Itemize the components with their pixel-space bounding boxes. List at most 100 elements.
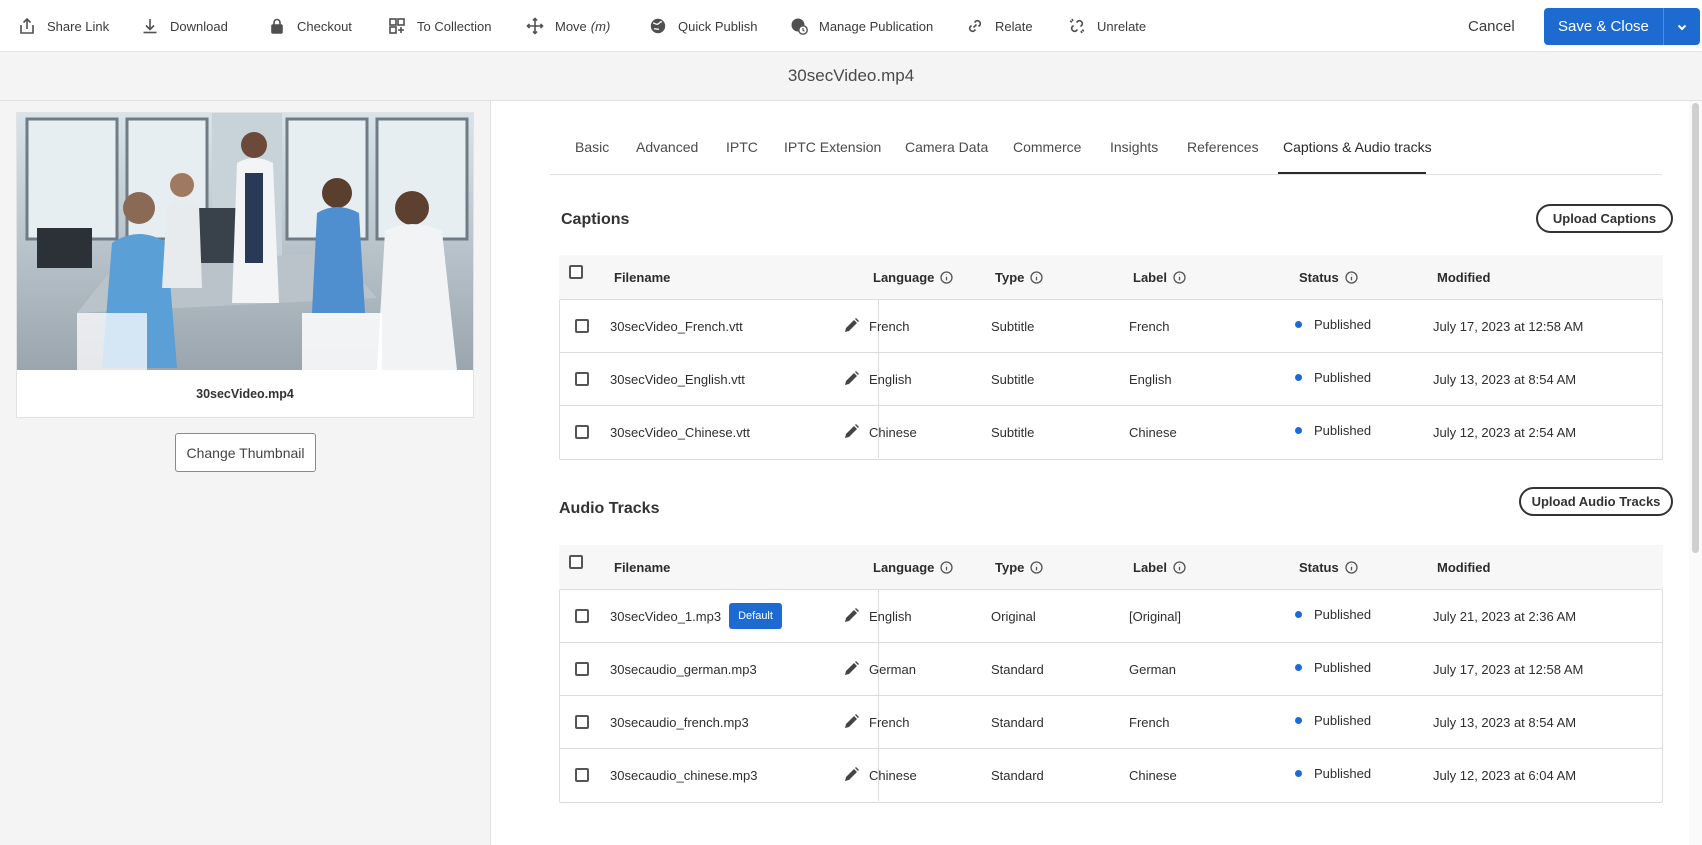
info-icon[interactable] bbox=[1345, 560, 1358, 574]
row-checkbox[interactable] bbox=[575, 768, 589, 782]
tab-basic[interactable]: Basic bbox=[575, 139, 609, 155]
tab-insights[interactable]: Insights bbox=[1110, 139, 1158, 155]
table-row[interactable]: 30secaudio_german.mp3 German Standard Ge… bbox=[560, 643, 1662, 696]
edit-icon[interactable] bbox=[843, 713, 860, 730]
quick-publish-button[interactable]: Quick Publish bbox=[645, 0, 761, 52]
status-dot bbox=[1295, 610, 1302, 618]
audio-tracks-table: Filename Language Type Label Status Modi… bbox=[559, 545, 1663, 803]
row-label: Chinese bbox=[1129, 424, 1177, 440]
save-options-dropdown[interactable] bbox=[1663, 8, 1700, 45]
edit-icon[interactable] bbox=[843, 423, 860, 440]
asset-thumbnail[interactable] bbox=[17, 113, 473, 370]
row-checkbox[interactable] bbox=[575, 662, 589, 676]
row-filename-text: 30secVideo_1.mp3 bbox=[610, 608, 722, 624]
tab-advanced[interactable]: Advanced bbox=[636, 139, 698, 155]
row-filename: 30secaudio_chinese.mp3 bbox=[610, 767, 758, 783]
cancel-button[interactable]: Cancel bbox=[1468, 0, 1515, 52]
captions-table: Filename Language Type Label Status Modi… bbox=[559, 255, 1663, 460]
relate-button[interactable]: Relate bbox=[962, 0, 1037, 52]
scrollbar-thumb[interactable] bbox=[1692, 103, 1699, 553]
col-status: Status bbox=[1299, 255, 1358, 299]
edit-icon[interactable] bbox=[843, 370, 860, 387]
row-filename: 30secVideo_1.mp3 Default bbox=[610, 590, 782, 642]
tab-iptc-extension[interactable]: IPTC Extension bbox=[784, 139, 881, 155]
row-label: German bbox=[1129, 661, 1176, 677]
row-checkbox[interactable] bbox=[575, 372, 589, 386]
col-type: Type bbox=[995, 255, 1044, 299]
row-modified: July 21, 2023 at 2:36 AM bbox=[1433, 608, 1577, 624]
table-row[interactable]: 30secVideo_Chinese.vtt Chinese Subtitle … bbox=[560, 406, 1662, 459]
vertical-scrollbar[interactable] bbox=[1689, 101, 1702, 845]
tab-iptc[interactable]: IPTC bbox=[726, 139, 758, 155]
row-language: German bbox=[869, 661, 916, 677]
captions-heading: Captions bbox=[561, 211, 630, 228]
audio-rows: 30secVideo_1.mp3 Default English Original… bbox=[559, 589, 1663, 803]
tab-camera-data[interactable]: Camera Data bbox=[905, 139, 988, 155]
captions-select-all-checkbox[interactable] bbox=[569, 265, 583, 279]
row-language: English bbox=[869, 608, 912, 624]
download-icon bbox=[143, 19, 157, 34]
table-row[interactable]: 30secVideo_French.vtt French Subtitle Fr… bbox=[560, 300, 1662, 353]
row-label: Chinese bbox=[1129, 767, 1177, 783]
download-label: Download bbox=[170, 18, 228, 34]
edit-icon[interactable] bbox=[843, 660, 860, 677]
change-thumbnail-button[interactable]: Change Thumbnail bbox=[175, 433, 316, 472]
save-split-button: Save & Close bbox=[1544, 8, 1700, 45]
col-status-label: Status bbox=[1299, 559, 1339, 575]
move-button[interactable]: Move (m) bbox=[522, 0, 614, 52]
table-row[interactable]: 30secVideo_1.mp3 Default English Original… bbox=[560, 590, 1662, 643]
share-link-button[interactable]: Share Link bbox=[14, 0, 113, 52]
asset-card: 30secVideo.mp4 bbox=[16, 112, 474, 418]
to-collection-label: To Collection bbox=[417, 18, 492, 34]
page-title: 30secVideo.mp4 bbox=[0, 52, 1702, 101]
video-thumbnail-image bbox=[17, 113, 473, 370]
table-row[interactable]: 30secVideo_English.vtt English Subtitle … bbox=[560, 353, 1662, 406]
asset-name: 30secVideo.mp4 bbox=[196, 386, 294, 401]
manage-publication-button[interactable]: Manage Publication bbox=[786, 0, 937, 52]
row-modified: July 12, 2023 at 2:54 AM bbox=[1433, 424, 1577, 440]
info-icon[interactable] bbox=[1173, 270, 1186, 284]
row-filename: 30secaudio_french.mp3 bbox=[610, 714, 749, 730]
tab-captions-audio[interactable]: Captions & Audio tracks bbox=[1283, 139, 1432, 155]
info-icon[interactable] bbox=[1345, 270, 1358, 284]
row-modified: July 12, 2023 at 6:04 AM bbox=[1433, 767, 1577, 783]
unrelate-button[interactable]: Unrelate bbox=[1064, 0, 1150, 52]
info-icon[interactable] bbox=[940, 270, 954, 284]
edit-icon[interactable] bbox=[843, 766, 860, 783]
tab-commerce[interactable]: Commerce bbox=[1013, 139, 1081, 155]
row-type: Subtitle bbox=[991, 424, 1035, 440]
audio-select-all-checkbox[interactable] bbox=[569, 555, 583, 569]
status-dot bbox=[1295, 320, 1302, 328]
info-icon[interactable] bbox=[1030, 560, 1044, 574]
edit-icon[interactable] bbox=[843, 317, 860, 334]
checkout-button[interactable]: Checkout bbox=[264, 0, 356, 52]
row-checkbox[interactable] bbox=[575, 319, 589, 333]
quick-publish-label: Quick Publish bbox=[678, 18, 758, 34]
row-checkbox[interactable] bbox=[575, 425, 589, 439]
upload-captions-button[interactable]: Upload Captions bbox=[1536, 204, 1673, 233]
to-collection-button[interactable]: To Collection bbox=[384, 0, 495, 52]
row-filename: 30secaudio_german.mp3 bbox=[610, 661, 757, 677]
row-modified: July 13, 2023 at 8:54 AM bbox=[1433, 371, 1577, 387]
captions-rows: 30secVideo_French.vtt French Subtitle Fr… bbox=[559, 299, 1663, 460]
row-status-text: Published bbox=[1314, 659, 1372, 675]
upload-audio-tracks-button[interactable]: Upload Audio Tracks bbox=[1519, 487, 1673, 516]
info-icon[interactable] bbox=[1173, 560, 1186, 574]
checkout-label: Checkout bbox=[297, 18, 352, 34]
save-and-close-button[interactable]: Save & Close bbox=[1544, 8, 1664, 45]
table-row[interactable]: 30secaudio_chinese.mp3 Chinese Standard … bbox=[560, 749, 1662, 802]
row-label: [Original] bbox=[1129, 608, 1182, 624]
table-row[interactable]: 30secaudio_french.mp3 French Standard Fr… bbox=[560, 696, 1662, 749]
row-status: Published bbox=[1295, 694, 1371, 746]
edit-icon[interactable] bbox=[843, 607, 860, 624]
info-icon[interactable] bbox=[1030, 270, 1044, 284]
row-language: French bbox=[869, 714, 910, 730]
download-button[interactable]: Download bbox=[137, 0, 232, 52]
tab-divider bbox=[550, 174, 1662, 175]
col-type-label: Type bbox=[995, 559, 1025, 575]
row-checkbox[interactable] bbox=[575, 609, 589, 623]
tab-references[interactable]: References bbox=[1187, 139, 1259, 155]
asset-preview-panel: 30secVideo.mp4 Change Thumbnail bbox=[0, 101, 491, 845]
info-icon[interactable] bbox=[940, 560, 954, 574]
row-checkbox[interactable] bbox=[575, 715, 589, 729]
